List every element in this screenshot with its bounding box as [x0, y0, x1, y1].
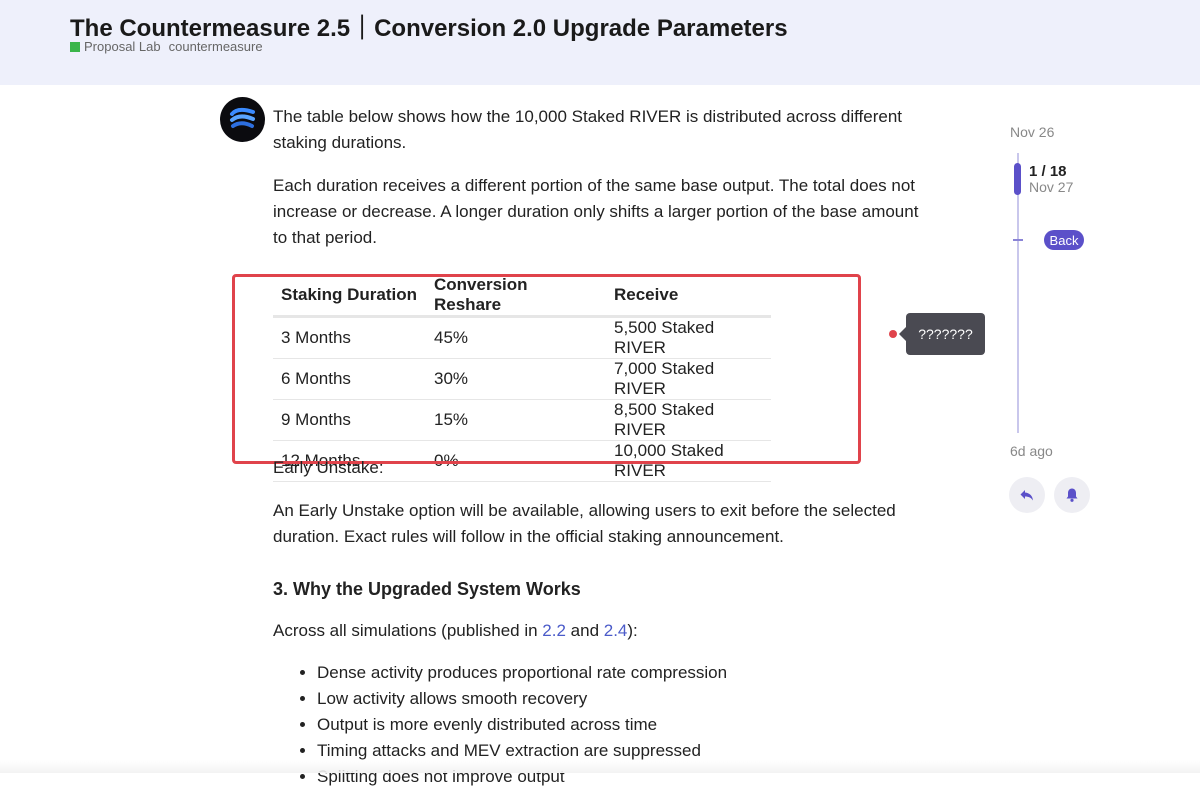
list-item: Output is more evenly distributed across…: [317, 712, 727, 738]
topic-breadcrumb: Proposal Lab countermeasure: [70, 39, 263, 54]
back-button[interactable]: Back: [1044, 230, 1084, 250]
table-header: Staking Duration: [273, 275, 426, 318]
post-paragraph: Early Unstake:: [273, 458, 384, 477]
text-span: ):: [627, 621, 638, 640]
category-color-square: [70, 41, 80, 52]
staking-table: Staking Duration Conversion Reshare Rece…: [273, 275, 771, 482]
timeline-handle[interactable]: [1014, 163, 1021, 195]
table-cell: 45%: [426, 316, 606, 359]
list-item: Low activity allows smooth recovery: [317, 686, 727, 712]
bell-icon: [1066, 488, 1078, 502]
timeline-current-date: Nov 27: [1029, 179, 1074, 195]
table-cell: 15%: [426, 399, 606, 441]
timeline-back-marker: [1013, 239, 1023, 241]
topic-header: The Countermeasure 2.5｜Conversion 2.0 Up…: [0, 0, 1200, 85]
post-paragraph: Each duration receives a different porti…: [273, 176, 919, 247]
reply-button[interactable]: [1009, 477, 1045, 513]
timeline-track[interactable]: [1017, 153, 1019, 433]
timeline-end-date[interactable]: 6d ago: [1010, 443, 1053, 459]
table-cell: 9 Months: [273, 399, 426, 441]
table-header-row: Staking Duration Conversion Reshare Rece…: [273, 275, 771, 318]
table-cell: 5,500 Staked RIVER: [606, 316, 771, 359]
timeline-position: 1 / 18: [1029, 163, 1067, 180]
table-cell: 7,000 Staked RIVER: [606, 358, 771, 400]
table-cell: 8,500 Staked RIVER: [606, 399, 771, 441]
tag-link[interactable]: countermeasure: [169, 39, 263, 54]
timeline-start-date[interactable]: Nov 26: [1010, 124, 1054, 140]
table-row: 6 Months 30% 7,000 Staked RIVER: [273, 358, 771, 400]
table-cell: 0%: [426, 440, 606, 482]
annotation-dot[interactable]: [889, 330, 897, 338]
list-item: Dense activity produces proportional rat…: [317, 660, 727, 686]
table-cell: 3 Months: [273, 316, 426, 359]
bottom-fade: [0, 760, 1200, 773]
river-logo-icon: [230, 107, 255, 128]
table-header: Conversion Reshare: [426, 275, 606, 318]
table-cell: 10,000 Staked RIVER: [606, 440, 771, 482]
text-span: Across all simulations (published in: [273, 621, 543, 640]
link-2-2[interactable]: 2.2: [542, 621, 566, 640]
topic-title[interactable]: The Countermeasure 2.5｜Conversion 2.0 Up…: [70, 8, 788, 43]
table-header: Receive: [606, 275, 771, 318]
category-link[interactable]: Proposal Lab: [84, 39, 161, 54]
section-heading: 3. Why the Upgraded System Works: [273, 579, 581, 599]
link-2-4[interactable]: 2.4: [604, 621, 628, 640]
annotation-tooltip: ???????: [899, 313, 985, 355]
notification-button[interactable]: [1054, 477, 1090, 513]
table-row: 3 Months 45% 5,500 Staked RIVER: [273, 316, 771, 359]
table-row: 9 Months 15% 8,500 Staked RIVER: [273, 399, 771, 441]
table-cell: 30%: [426, 358, 606, 400]
avatar[interactable]: [220, 97, 265, 142]
reply-icon: [1020, 490, 1033, 501]
text-span: and: [565, 621, 604, 640]
post-paragraph: Across all simulations (published in 2.2…: [273, 618, 638, 644]
post-paragraph: The table below shows how the 10,000 Sta…: [273, 107, 903, 152]
post-paragraph: An Early Unstake option will be availabl…: [273, 501, 896, 546]
table-cell: 6 Months: [273, 358, 426, 400]
